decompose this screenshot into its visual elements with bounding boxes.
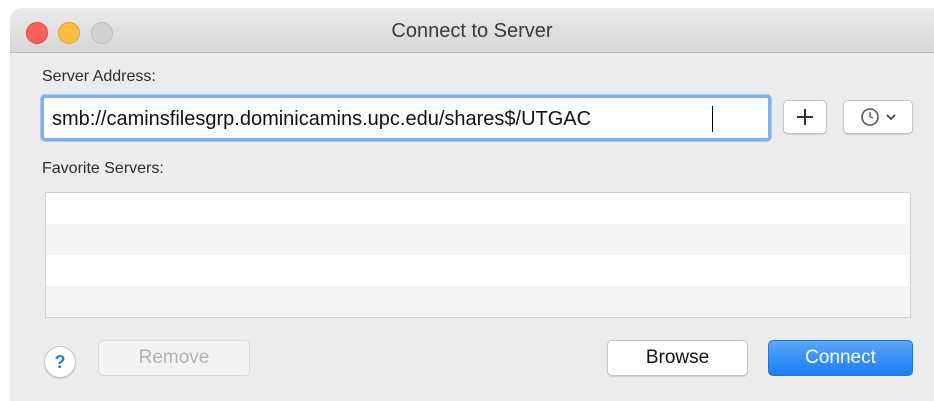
server-address-label: Server Address:	[42, 68, 156, 85]
list-row	[46, 193, 910, 224]
add-favorite-button[interactable]	[783, 100, 827, 134]
remove-button[interactable]: Remove	[98, 340, 250, 376]
list-row	[46, 255, 910, 286]
list-row	[46, 286, 910, 317]
connect-button[interactable]: Connect	[768, 340, 913, 376]
connect-to-server-window: Connect to Server Server Address: Favori…	[10, 8, 934, 401]
recent-servers-button[interactable]	[843, 100, 913, 134]
favorite-servers-label: Favorite Servers:	[42, 160, 164, 177]
list-row	[46, 224, 910, 255]
title-bar[interactable]: Connect to Server	[10, 8, 934, 53]
plus-icon	[797, 109, 813, 125]
server-address-input[interactable]	[52, 106, 752, 132]
browse-button[interactable]: Browse	[607, 340, 748, 376]
window-title: Connect to Server	[391, 20, 553, 42]
favorite-servers-list[interactable]	[45, 192, 911, 318]
server-address-field[interactable]	[41, 95, 771, 141]
chevron-down-icon	[886, 114, 896, 121]
help-button[interactable]: ?	[44, 346, 76, 378]
text-caret	[712, 106, 713, 132]
clock-icon	[861, 108, 879, 126]
